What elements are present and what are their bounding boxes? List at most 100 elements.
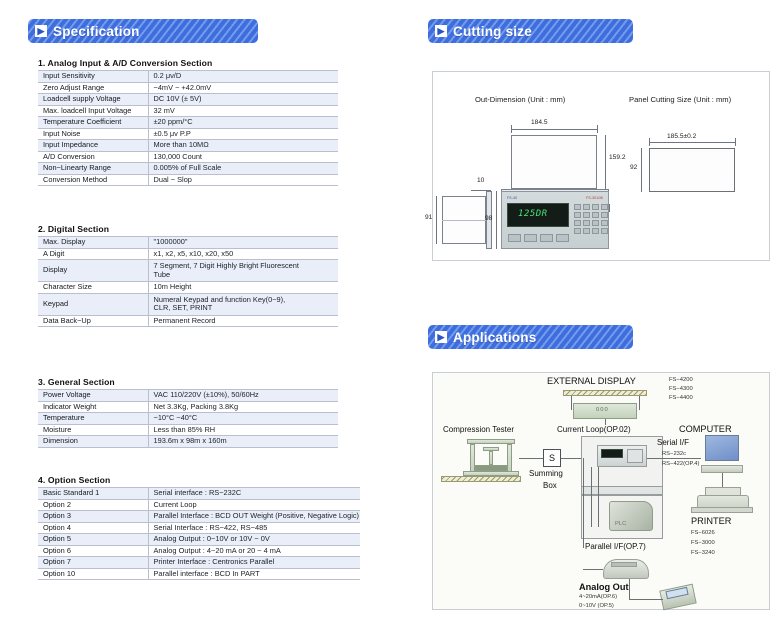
spec-heading-analog: 1. Analog Input & A/D Conversion Section: [38, 58, 213, 68]
device-key[interactable]: [601, 228, 608, 234]
device-top-outline: [511, 135, 597, 189]
device-key[interactable]: [592, 204, 599, 210]
analog-out-line-2: 0~10V (OP.5): [579, 603, 614, 609]
spec-value: Parallel Interface : BCD OUT Weight (Pos…: [148, 510, 360, 523]
computer-model-2: RS−422(OP.4): [662, 461, 700, 467]
device-key[interactable]: [583, 204, 590, 210]
spec-value: 193.6m x 98m x 160m: [148, 435, 338, 448]
panel-dim-width: 185.5±0.2: [667, 133, 697, 140]
analog-out-line-1: 4~20mA(OP.6): [579, 594, 618, 600]
spec-value: −10°C ~40°C: [148, 412, 338, 425]
spec-key: A Digit: [38, 247, 149, 261]
printer-model-1: FS−6026: [691, 530, 715, 536]
device-key[interactable]: [583, 220, 590, 226]
cutting-size-figure: Out-Dimension (Unit : mm) Panel Cutting …: [425, 71, 770, 261]
spec-value: −4mV ~ +42.0mV: [148, 81, 338, 95]
dim-tick: [735, 138, 736, 146]
device-function-key[interactable]: [508, 234, 521, 242]
table-row: Indicator Weight Net 3.3Kg, Packing 3.8Kg: [38, 400, 338, 414]
device-key[interactable]: [592, 212, 599, 218]
section-banner-specification: ▶ Specification: [28, 19, 258, 43]
spec-key: Max. loadcell Input Voltage: [38, 104, 149, 118]
table-row: Temperature −10°C ~40°C: [38, 412, 338, 425]
spec-value: DC 10V (± 5V): [148, 93, 338, 106]
spec-key: Moisture: [38, 423, 149, 437]
spec-key: Display: [38, 259, 149, 283]
wire: [639, 396, 640, 410]
analog-out-label: Analog Out: [579, 582, 629, 592]
spec-key: A/D Conversion: [38, 150, 149, 164]
computer-monitor-screen: [705, 435, 739, 461]
spec-key: Option 4: [38, 521, 149, 535]
dim-tick: [597, 125, 598, 133]
dim-tick: [649, 138, 650, 146]
spec-value-line2: Tube: [153, 269, 171, 279]
spec-value: Permanent Record: [148, 314, 338, 328]
spec-table-analog: Input Sensitivity 0.2 μν/D Zero Adjust Ra…: [38, 70, 338, 187]
device-function-key[interactable]: [540, 234, 553, 242]
ceiling-hatch: [563, 390, 647, 396]
section-banner-applications: ▶ Applications: [428, 325, 633, 349]
summing-box-label-line1: Summing: [529, 469, 563, 478]
device-key[interactable]: [592, 228, 599, 234]
spec-key: Basic Standard 1: [38, 487, 149, 500]
spec-key: Data Back−Up: [38, 314, 149, 328]
spec-table-digital: Max. Display "1000000" A Digit x1, x2, x5,…: [38, 236, 338, 328]
wire: [647, 458, 701, 459]
plc-tag: PLC: [615, 521, 627, 527]
spec-key: Max. Display: [38, 236, 149, 249]
device-key[interactable]: [592, 220, 599, 226]
table-row: Power Voltage VAC 110/220V (±10%), 50/60H…: [38, 389, 338, 402]
dim-line-panel-h: [496, 191, 497, 249]
section-title-specification: Specification: [53, 23, 140, 39]
printer-output-tray: [691, 507, 753, 513]
device-key[interactable]: [601, 212, 608, 218]
spec-value: 32 mV: [148, 104, 338, 118]
device-function-key[interactable]: [556, 234, 569, 242]
banner-marker-icon: ▶: [35, 25, 47, 37]
table-row: Option 5 Analog Output : 0~10V or 10V ~ 0…: [38, 533, 360, 546]
indicator-unit-keypad: [627, 449, 643, 463]
banner-marker-icon: ▶: [435, 25, 447, 37]
device-key[interactable]: [574, 228, 581, 234]
device-function-key[interactable]: [524, 234, 537, 242]
table-row: Option 3 Parallel Interface : BCD OUT Wei…: [38, 510, 360, 523]
spec-value: 0.005% of Full Scale: [148, 162, 338, 175]
spec-key: Dimension: [38, 435, 149, 448]
device-key[interactable]: [601, 220, 608, 226]
table-row: Option 2 Current Loop: [38, 498, 360, 512]
side-view-midline: [442, 220, 486, 221]
spec-key: Temperature Coefficient: [38, 116, 149, 129]
wire: [591, 467, 592, 527]
wire: [583, 569, 603, 570]
panel-cut-rectangle: [649, 148, 735, 192]
spec-key: Option 2: [38, 498, 149, 512]
dim-line-right: [605, 135, 606, 189]
wire: [583, 458, 584, 548]
spec-key: Input Impedance: [38, 139, 149, 152]
dim-height-panel: 98: [485, 215, 493, 222]
dim-tick: [511, 125, 512, 133]
device-display-screen: 125DR: [507, 203, 569, 227]
spec-value: Serial interface : RS−232C: [148, 487, 360, 500]
device-key[interactable]: [583, 228, 590, 234]
device-key[interactable]: [574, 204, 581, 210]
device-key[interactable]: [583, 212, 590, 218]
compression-tester-label: Compression Tester: [443, 425, 514, 434]
external-display-model-2: FS−4300: [669, 386, 693, 392]
banner-marker-icon: ▶: [435, 331, 447, 343]
wire: [629, 579, 630, 600]
device-key[interactable]: [574, 212, 581, 218]
device-key[interactable]: [574, 220, 581, 226]
spec-value: Numeral Keypad and function Key(0~9), CL…: [148, 292, 338, 316]
spec-value: More than 10MΩ: [148, 139, 338, 152]
table-row: Zero Adjust Range −4mV ~ +42.0mV: [38, 81, 338, 95]
external-display-label: EXTERNAL DISPLAY: [547, 376, 636, 386]
device-key[interactable]: [601, 204, 608, 210]
spec-heading-option: 4. Option Section: [38, 475, 111, 485]
computer-label: COMPUTER: [679, 424, 732, 434]
datasheet-page: ▶ Specification 1. Analog Input & A/D Co…: [0, 0, 782, 627]
spec-key: Power Voltage: [38, 389, 149, 402]
table-row: Non−Linearty Range 0.005% of Full Scale: [38, 162, 338, 175]
spec-value: Dual − Slop: [148, 173, 338, 187]
